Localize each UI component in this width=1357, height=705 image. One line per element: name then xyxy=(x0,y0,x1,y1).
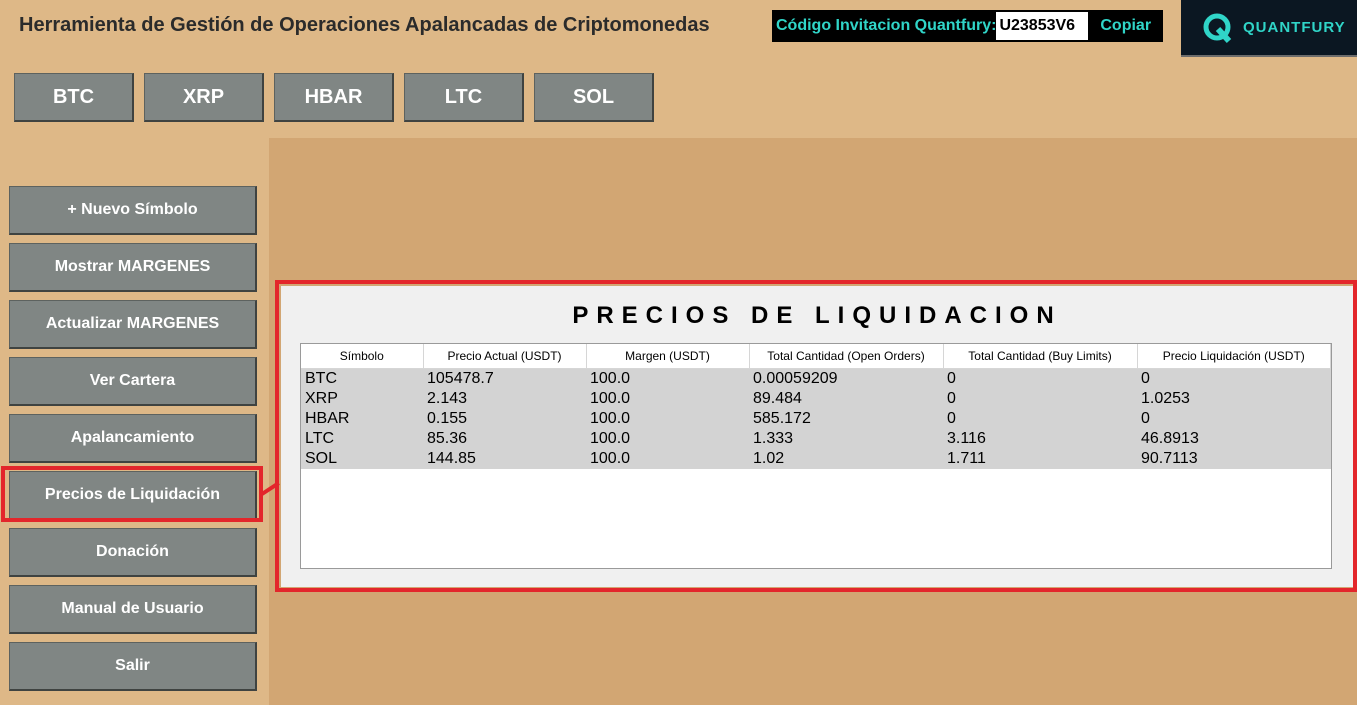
quantfury-brand[interactable]: QUANTFURY xyxy=(1181,0,1357,57)
cell-symbol: HBAR xyxy=(305,410,350,427)
cell-symbol: LTC xyxy=(305,430,335,447)
user-manual-button[interactable]: Manual de Usuario xyxy=(9,585,257,634)
invite-code-label: Código Invitacion Quantfury: xyxy=(776,17,997,34)
symbol-tab-btc[interactable]: BTC xyxy=(14,73,134,122)
cell-liquidation-price: 0 xyxy=(1141,410,1150,427)
liquidation-prices-button[interactable]: Precios de Liquidación xyxy=(9,471,257,520)
app-window: Herramienta de Gestión de Operaciones Ap… xyxy=(0,0,1357,705)
leverage-button[interactable]: Apalancamiento xyxy=(9,414,257,463)
table-row[interactable]: HBAR 0.155 100.0 585.172 0 0 xyxy=(301,409,1331,429)
view-portfolio-button[interactable]: Ver Cartera xyxy=(9,357,257,406)
cell-current-price: 105478.7 xyxy=(427,370,494,387)
copy-invite-button[interactable]: Copiar xyxy=(1088,10,1163,42)
cell-symbol: SOL xyxy=(305,450,338,467)
table-row[interactable]: SOL 144.85 100.0 1.02 1.711 90.7113 xyxy=(301,449,1331,469)
app-title: Herramienta de Gestión de Operaciones Ap… xyxy=(19,14,710,36)
cell-open-orders: 89.484 xyxy=(753,390,802,407)
invite-code-field[interactable]: U23853V6 xyxy=(996,12,1089,40)
cell-symbol: BTC xyxy=(305,370,337,387)
symbol-tab-hbar[interactable]: HBAR xyxy=(274,73,394,122)
donation-button[interactable]: Donación xyxy=(9,528,257,577)
cell-open-orders: 1.02 xyxy=(753,450,785,467)
invite-code-box: Código Invitacion Quantfury: U23853V6 Co… xyxy=(772,10,1163,42)
column-header-symbol[interactable]: Símbolo xyxy=(301,344,424,369)
cell-liquidation-price: 1.0253 xyxy=(1141,390,1190,407)
cell-buy-limits: 0 xyxy=(947,390,956,407)
column-header-liquidation-price[interactable]: Precio Liquidación (USDT) xyxy=(1137,344,1331,369)
table-row[interactable]: LTC 85.36 100.0 1.333 3.116 46.8913 xyxy=(301,429,1331,449)
show-margins-button[interactable]: Mostrar MARGENES xyxy=(9,243,257,292)
cell-buy-limits: 1.711 xyxy=(947,450,986,467)
cell-margin: 100.0 xyxy=(590,430,631,447)
column-header-buy-limits[interactable]: Total Cantidad (Buy Limits) xyxy=(943,344,1138,369)
cell-margin: 100.0 xyxy=(590,450,631,467)
cell-buy-limits: 0 xyxy=(947,410,956,427)
column-header-current-price[interactable]: Precio Actual (USDT) xyxy=(423,344,587,369)
liquidation-prices-panel: PRECIOS DE LIQUIDACION Símbolo Precio Ac… xyxy=(281,286,1353,587)
cell-liquidation-price: 46.8913 xyxy=(1141,430,1199,447)
cell-open-orders: 1.333 xyxy=(753,430,794,447)
liquidation-table[interactable]: Símbolo Precio Actual (USDT) Margen (USD… xyxy=(300,343,1332,569)
quantfury-logo-icon xyxy=(1203,13,1232,43)
cell-margin: 100.0 xyxy=(590,390,631,407)
cell-current-price: 144.85 xyxy=(427,450,476,467)
symbol-tab-xrp[interactable]: XRP xyxy=(144,73,264,122)
cell-open-orders: 0.00059209 xyxy=(753,370,838,387)
cell-liquidation-price: 0 xyxy=(1141,370,1150,387)
cell-liquidation-price: 90.7113 xyxy=(1141,450,1198,467)
cell-buy-limits: 0 xyxy=(947,370,956,387)
cell-current-price: 85.36 xyxy=(427,430,468,447)
symbol-tab-ltc[interactable]: LTC xyxy=(404,73,524,122)
cell-symbol: XRP xyxy=(305,390,338,407)
table-row[interactable]: XRP 2.143 100.0 89.484 0 1.0253 xyxy=(301,389,1331,409)
column-header-margin[interactable]: Margen (USDT) xyxy=(586,344,750,369)
symbol-tab-bar: BTC XRP HBAR LTC SOL xyxy=(14,73,654,122)
column-header-open-orders[interactable]: Total Cantidad (Open Orders) xyxy=(749,344,944,369)
cell-current-price: 0.155 xyxy=(427,410,468,427)
brand-name: QUANTFURY xyxy=(1243,19,1346,36)
panel-title: PRECIOS DE LIQUIDACION xyxy=(572,302,1062,329)
cell-current-price: 2.143 xyxy=(427,390,468,407)
cell-buy-limits: 3.116 xyxy=(947,430,986,447)
cell-margin: 100.0 xyxy=(590,370,631,387)
cell-margin: 100.0 xyxy=(590,410,631,427)
exit-button[interactable]: Salir xyxy=(9,642,257,691)
new-symbol-button[interactable]: + Nuevo Símbolo xyxy=(9,186,257,235)
update-margins-button[interactable]: Actualizar MARGENES xyxy=(9,300,257,349)
cell-open-orders: 585.172 xyxy=(753,410,811,427)
table-row[interactable]: BTC 105478.7 100.0 0.00059209 0 0 xyxy=(301,368,1331,389)
symbol-tab-sol[interactable]: SOL xyxy=(534,73,654,122)
table-header-row: Símbolo Precio Actual (USDT) Margen (USD… xyxy=(301,344,1331,369)
